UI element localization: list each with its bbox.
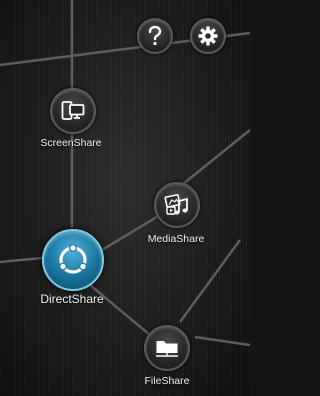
direct-share-label: DirectShare	[40, 292, 104, 306]
question-mark-icon	[148, 26, 162, 46]
share-hub-screen: ScreenShare MediaShare DirectShare FileS…	[0, 0, 250, 396]
connector-file-media	[178, 239, 242, 323]
connector-direct-left	[0, 256, 43, 264]
screen-mirror-icon	[61, 101, 85, 120]
settings-button[interactable]	[190, 18, 226, 54]
connector-file-right	[194, 335, 250, 347]
media-icon	[164, 194, 188, 215]
file-share-label: FileShare	[144, 375, 190, 387]
direct-share-button[interactable]	[42, 229, 104, 291]
screen-share-label: ScreenShare	[40, 137, 102, 149]
media-share-button[interactable]	[154, 182, 200, 228]
connector-lines	[0, 0, 250, 347]
help-button[interactable]	[137, 18, 173, 54]
connector-media-right	[177, 129, 250, 189]
folder-icon	[156, 341, 178, 357]
screen-share-button[interactable]	[50, 88, 96, 134]
gear-icon	[198, 26, 218, 46]
file-share-button[interactable]	[144, 325, 190, 371]
media-share-label: MediaShare	[147, 233, 205, 245]
direct-ring-icon	[59, 244, 87, 274]
